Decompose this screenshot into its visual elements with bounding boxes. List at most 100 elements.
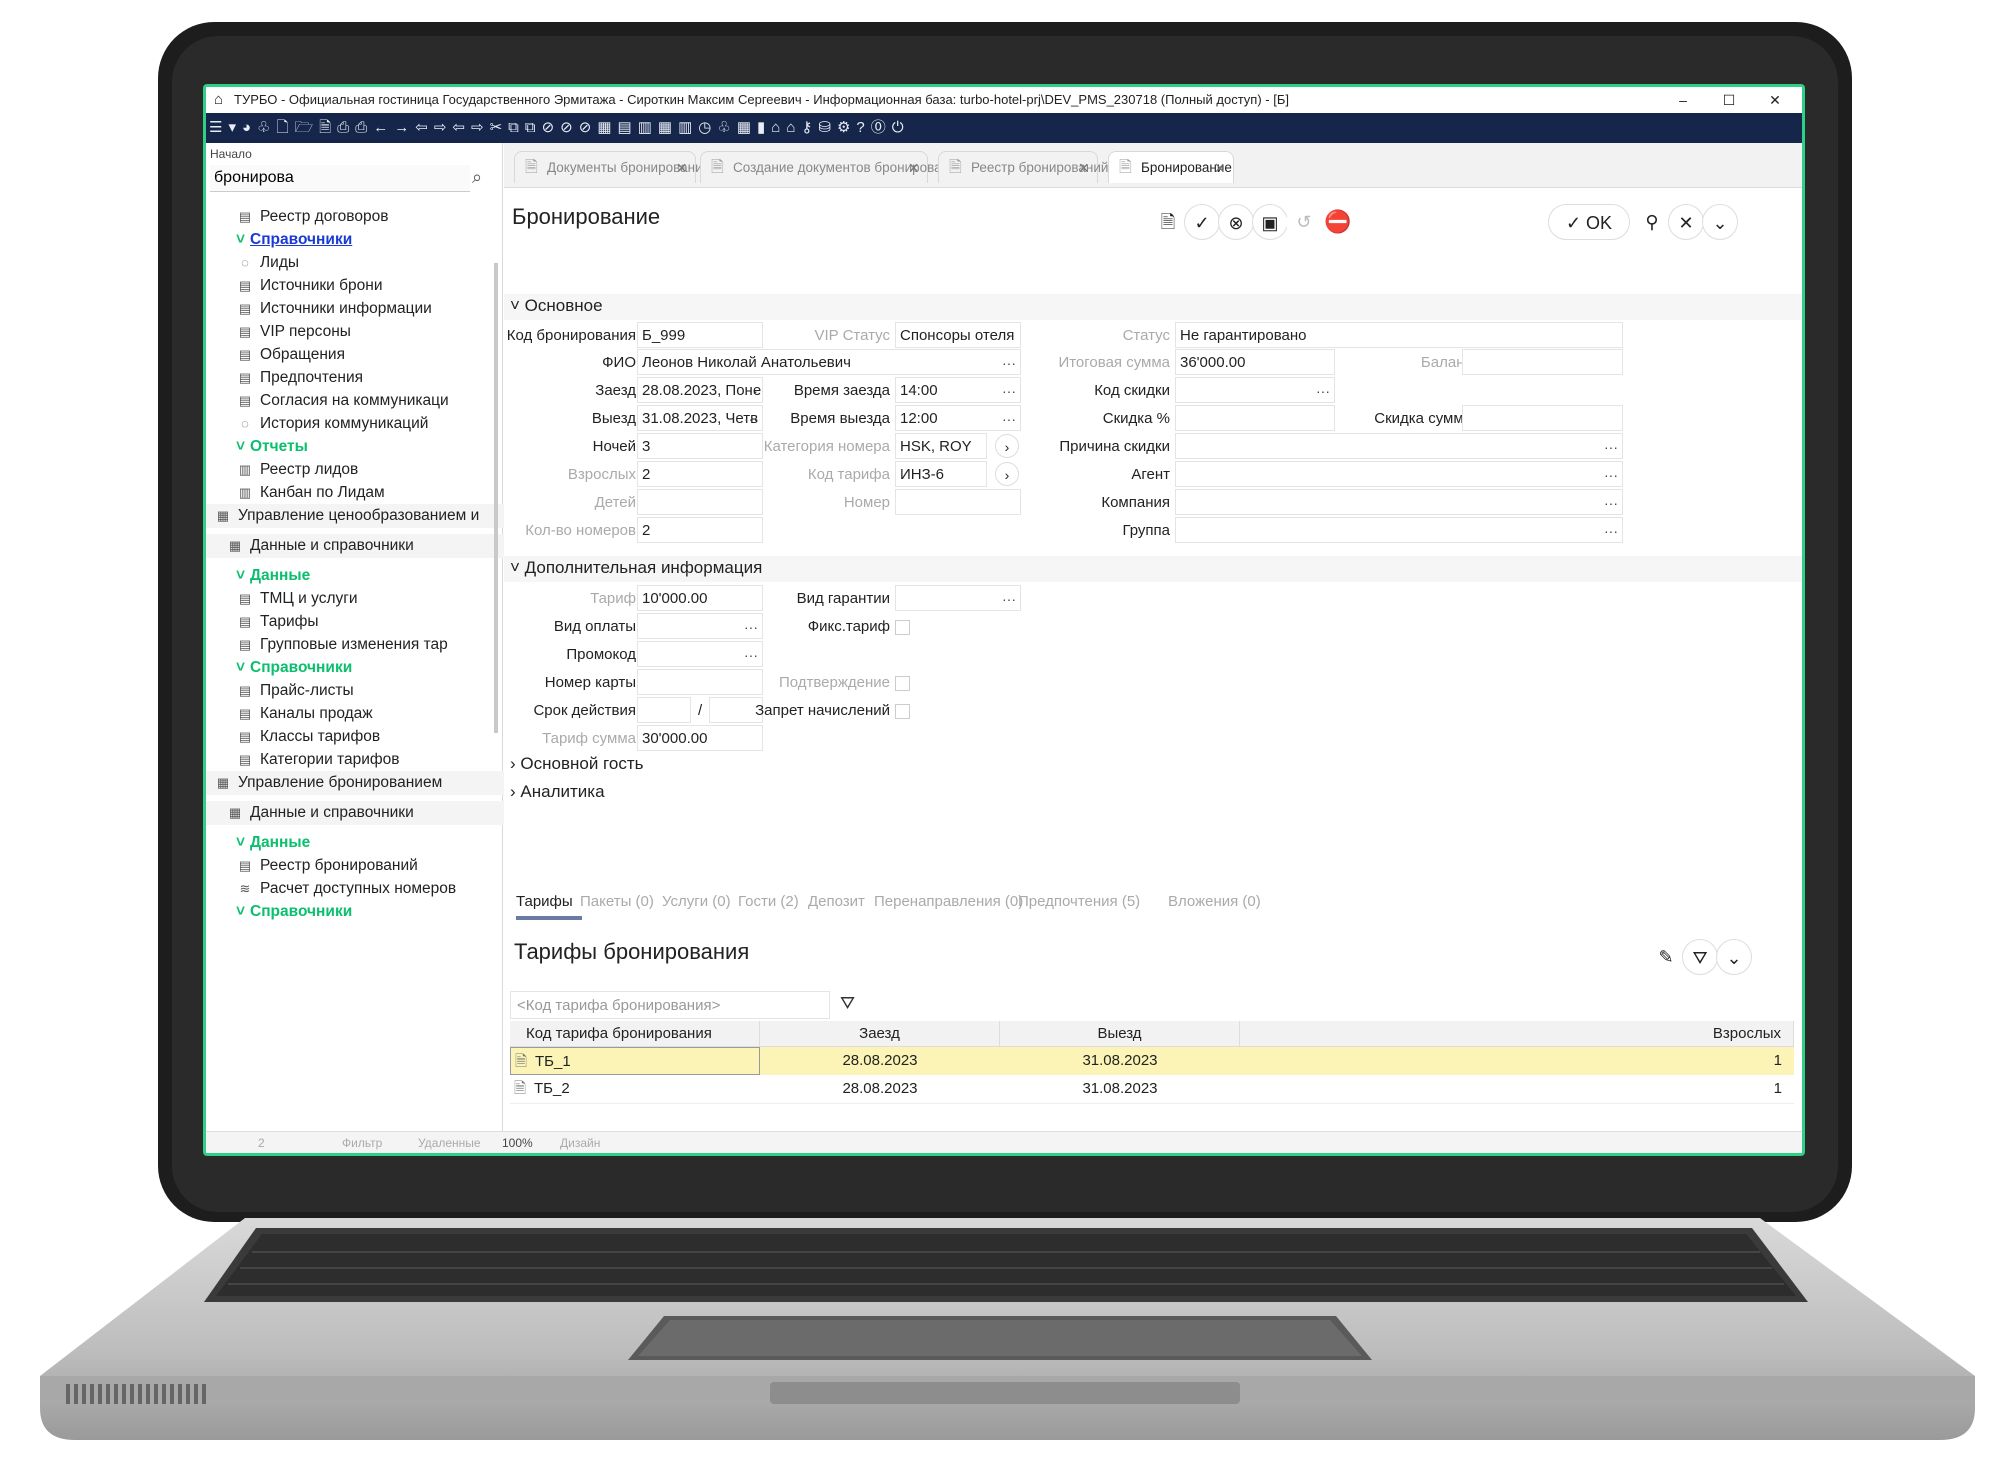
filter-icon[interactable]: ⛛: [1682, 939, 1718, 975]
tariffs-grid: Код тарифа бронирования Заезд Выезд Взрослы…: [510, 1021, 1794, 1141]
chevron-down-icon[interactable]: ˅: [236, 435, 250, 459]
page-tab[interactable]: Услуги (0): [662, 893, 731, 910]
toolbar-icon[interactable]: ◕: [242, 113, 251, 143]
page-tab[interactable]: Тарифы: [516, 893, 573, 910]
lower-panel: Тарифы Пакеты (0) Услуги (0) Гости (2) Депоз…: [504, 87, 1802, 1153]
toolbar-icon[interactable]: ⇦: [452, 113, 465, 143]
chevron-down-icon[interactable]: ˅: [236, 564, 250, 588]
toolbar-icon[interactable]: ♧: [257, 113, 270, 143]
page-tab[interactable]: Пакеты (0): [580, 893, 654, 910]
sidebar-section[interactable]: ▦ Управление бронированием: [206, 771, 504, 795]
sidebar-item[interactable]: ▤ Источники брони: [206, 274, 526, 298]
toolbar-icon[interactable]: ⎙: [355, 113, 367, 143]
cell-text: 31.08.2023: [1082, 1080, 1158, 1097]
toolbar-icon[interactable]: ←: [373, 113, 388, 143]
document-icon: 🗎: [514, 1080, 527, 1097]
sidebar-item[interactable]: ▤ Прайс-листы: [206, 679, 526, 703]
chevron-down-icon[interactable]: ˅: [236, 228, 250, 252]
sidebar-item-label: Данные: [250, 567, 311, 584]
toolbar-icon[interactable]: 🗎: [319, 113, 331, 143]
status-zoom[interactable]: 100%: [502, 1132, 533, 1153]
toolbar-icon[interactable]: 🗋: [277, 113, 289, 143]
section-icon: ▦: [216, 775, 230, 790]
sidebar-search-input[interactable]: [210, 165, 470, 192]
column-header[interactable]: Взрослых: [1240, 1021, 1794, 1047]
filter-icon[interactable]: ⛛: [840, 993, 855, 1014]
sidebar-item-label: Канбан по Лидам: [260, 484, 385, 501]
toolbar-icon[interactable]: ⇦: [415, 113, 428, 143]
sidebar-item-label: Реестр лидов: [260, 461, 359, 478]
sidebar-item[interactable]: ◌ История коммуникаций: [206, 412, 526, 436]
sidebar-item-label: Данные и справочники: [250, 537, 414, 554]
column-header[interactable]: Код тарифа бронирования: [510, 1021, 760, 1047]
page-tab[interactable]: Гости (2): [738, 893, 799, 910]
doc-icon: ▤: [238, 370, 252, 385]
edit-pencil-icon[interactable]: ✎: [1648, 939, 1684, 975]
page-tab[interactable]: Предпочтения (5): [1018, 893, 1140, 910]
page-tab[interactable]: Вложения (0): [1168, 893, 1261, 910]
sidebar-group[interactable]: ˅Данные★: [206, 831, 526, 855]
sidebar-item[interactable]: ▥ Реестр лидов: [206, 458, 526, 482]
sidebar-item[interactable]: ▤ ТМЦ и услуги: [206, 587, 526, 611]
doc-icon: ▤: [238, 301, 252, 316]
sidebar-item[interactable]: ▤ Согласия на коммуникаци: [206, 389, 526, 413]
sidebar-item[interactable]: ▤ Источники информации: [206, 297, 526, 321]
sidebar-group[interactable]: ˅Справочники★: [206, 900, 526, 924]
sidebar-item[interactable]: ▤ Реестр бронирований: [206, 854, 526, 878]
table-row[interactable]: 🗎 ТБ_2 28.08.2023 31.08.2023 1: [510, 1075, 1794, 1104]
sidebar-subsection[interactable]: ▦ Данные и справочники: [206, 534, 516, 558]
doc-icon: ▤: [238, 393, 252, 408]
section-icon: ▦: [216, 508, 230, 523]
toolbar-icon[interactable]: →: [394, 113, 409, 143]
sidebar-item[interactable]: ▥ Канбан по Лидам: [206, 481, 526, 505]
status-design[interactable]: Дизайн: [560, 1132, 600, 1153]
cell-text: 1: [1773, 1080, 1782, 1097]
more-chevron-icon[interactable]: ⌄: [1716, 939, 1752, 975]
table-row[interactable]: 🗎 ТБ_1 28.08.2023 31.08.2023 1: [510, 1047, 1794, 1076]
sidebar-item[interactable]: ▤ VIP персоны: [206, 320, 526, 344]
toolbar-icon[interactable]: 🗁: [295, 113, 314, 143]
sidebar-item-label: Реестр бронирований: [260, 857, 418, 874]
sidebar-group[interactable]: ˅Справочники★: [206, 656, 526, 680]
sidebar-item-label: Обращения: [260, 346, 345, 363]
sidebar-group[interactable]: ˅Данные★: [206, 564, 526, 588]
sidebar-scrollbar[interactable]: [494, 263, 498, 733]
sidebar-item[interactable]: ▤ Категории тарифов: [206, 748, 526, 772]
column-header[interactable]: Заезд: [760, 1021, 1000, 1047]
status-bar: 2 Фильтр Удаленные 100% Дизайн: [206, 1131, 1802, 1153]
sidebar-item-label: Групповые изменения тар: [260, 636, 448, 653]
sidebar-item[interactable]: ◌ Лиды: [206, 251, 526, 275]
sidebar-item[interactable]: ≋ Расчет доступных номеров: [206, 877, 526, 901]
status-deleted[interactable]: Удаленные: [418, 1132, 481, 1153]
table-search-input[interactable]: <Код тарифа бронирования>: [510, 991, 830, 1019]
column-header[interactable]: Выезд: [1000, 1021, 1240, 1047]
sidebar-item[interactable]: ▤ Каналы продаж: [206, 702, 526, 726]
toolbar-icon[interactable]: ⇨: [434, 113, 447, 143]
sidebar-item[interactable]: ▤ Реестр договоров: [206, 205, 526, 229]
sidebar-item[interactable]: ▤ Предпочтения: [206, 366, 526, 390]
toolbar-icon[interactable]: ✂: [490, 113, 503, 143]
page-tab[interactable]: Перенаправления (0): [874, 893, 1023, 910]
sidebar-item[interactable]: ▤ Групповые изменения тар: [206, 633, 526, 657]
toolbar-icon[interactable]: ▾: [228, 113, 236, 143]
status-filter[interactable]: Фильтр: [342, 1132, 382, 1153]
sidebar-item[interactable]: ▤ Тарифы: [206, 610, 526, 634]
sidebar-group[interactable]: ˅Отчеты★: [206, 435, 526, 459]
table-cell-code: 🗎 ТБ_1: [510, 1047, 760, 1075]
sidebar-group[interactable]: ˅Справочники★: [206, 228, 526, 252]
home-icon[interactable]: ⌂: [214, 87, 223, 113]
sidebar-item[interactable]: ▤ Классы тарифов: [206, 725, 526, 749]
table-cell-code: 🗎 ТБ_2: [510, 1075, 760, 1103]
search-icon[interactable]: ⌕: [472, 167, 482, 188]
chevron-down-icon[interactable]: ˅: [236, 900, 250, 924]
chevron-down-icon[interactable]: ˅: [236, 831, 250, 855]
chevron-down-icon[interactable]: ˅: [236, 656, 250, 680]
sidebar-item[interactable]: ▤ Обращения: [206, 343, 526, 367]
toolbar-icon[interactable]: ⎙: [337, 113, 349, 143]
page-tab[interactable]: Депозит: [808, 893, 865, 910]
sidebar-section[interactable]: ▦ Управление ценообразованием и: [206, 504, 504, 528]
sidebar-subsection[interactable]: ▦ Данные и справочники: [206, 801, 516, 825]
toolbar-icon[interactable]: ⇨: [471, 113, 484, 143]
toolbar-icon[interactable]: ☰: [209, 113, 222, 143]
document-icon: 🗎: [515, 1053, 528, 1070]
